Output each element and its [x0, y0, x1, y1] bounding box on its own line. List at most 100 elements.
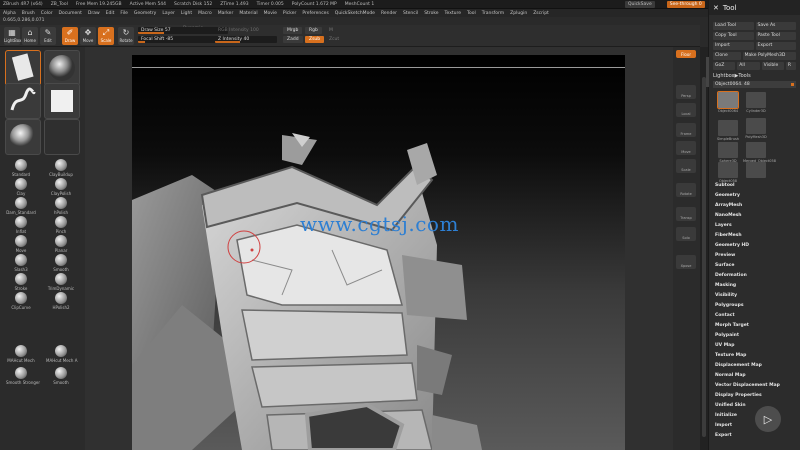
tool-subpalette-item[interactable]: Export [712, 431, 796, 441]
alpha-selector[interactable] [5, 119, 41, 155]
rgb-button[interactable]: Rgb [305, 27, 322, 34]
export-button[interactable]: Export [755, 42, 796, 50]
menu-edit[interactable]: Edit [106, 11, 115, 16]
scroll-thumb[interactable] [702, 77, 706, 437]
tool-subpalette-item[interactable]: Unified Skin [712, 401, 796, 411]
brush-item[interactable]: Slash3 [6, 254, 36, 272]
quicksave-button[interactable]: QuickSave [624, 1, 655, 8]
brush-item[interactable]: Standard [6, 159, 36, 177]
brush-item[interactable]: HPolish2 [46, 292, 76, 310]
tool-subpalette-item[interactable]: Masking [712, 281, 796, 291]
tool-thumbnail[interactable]: PolyMesh3D [743, 118, 769, 139]
menu-zplugin[interactable]: Zplugin [510, 11, 527, 16]
save-as-button[interactable]: Save As [755, 22, 796, 30]
shelf-frame-button[interactable]: Frame [676, 123, 696, 137]
brush-item[interactable]: Pinch [46, 216, 76, 234]
viewport[interactable] [85, 47, 673, 450]
menu-layer[interactable]: Layer [162, 11, 175, 16]
all-button[interactable]: All [737, 62, 760, 70]
tool-thumbnail[interactable]: SimpleBrush [715, 120, 741, 141]
brush-item[interactable]: ClipCurve [6, 292, 36, 310]
shelf-local-button[interactable]: Local [676, 103, 696, 117]
menu-preferences[interactable]: Preferences [302, 11, 328, 16]
shelf-xpose-button[interactable]: Xpose [676, 255, 696, 269]
menu-light[interactable]: Light [181, 11, 192, 16]
floor-button[interactable]: Floor [676, 50, 696, 58]
brush-item[interactable]: Clay [6, 178, 36, 196]
menu-render[interactable]: Render [381, 11, 397, 16]
tool-thumbnail[interactable] [743, 162, 769, 179]
menu-transform[interactable]: Transform [482, 11, 504, 16]
tool-subpalette-item[interactable]: Subtool [712, 181, 796, 191]
lightbox-tools-label[interactable]: Lightbox▶Tools [713, 73, 796, 79]
tool-panel-header[interactable]: ✕ Tool [709, 0, 800, 15]
make-polymesh-button[interactable]: Make PolyMesh3D [742, 52, 796, 60]
menu-file[interactable]: File [120, 11, 128, 16]
menu-texture[interactable]: Texture [445, 11, 461, 16]
shelf-move-button[interactable]: Move [676, 141, 696, 155]
edit-button[interactable]: ✎ Edit [40, 27, 56, 45]
tool-subpalette-item[interactable]: Deformation [712, 271, 796, 281]
tool-subpalette-item[interactable]: Layers [712, 221, 796, 231]
zsub-button[interactable]: Zsub [305, 36, 325, 43]
brush-item[interactable]: Move [6, 235, 36, 253]
tool-panel-scrollbar[interactable] [700, 47, 708, 450]
rgb-intensity-slider[interactable]: RGB Intensity 100 [215, 27, 277, 34]
brush-item[interactable]: Smooth Stronger [6, 367, 40, 385]
empty-slot[interactable] [44, 119, 80, 155]
close-icon[interactable]: ✕ [713, 4, 719, 12]
draw-button[interactable]: ✐ Draw [62, 27, 78, 45]
brush-item[interactable]: Smooth [46, 367, 76, 385]
brush-item[interactable]: ClayPolish [46, 178, 76, 196]
menu-movie[interactable]: Movie [264, 11, 277, 16]
current-tool-slider[interactable]: Object0064. 48 [713, 81, 796, 88]
zcut-button[interactable]: Zcut [325, 36, 343, 43]
tool-subpalette-item[interactable]: Texture Map [712, 351, 796, 361]
brush-item[interactable]: MAHcut Mech A [46, 345, 77, 363]
menu-marker[interactable]: Marker [218, 11, 234, 16]
tool-thumbnail[interactable]: Object0064 [715, 91, 741, 113]
rotate-button[interactable]: ↻ Rotate [118, 27, 134, 45]
clone-button[interactable]: Clone [713, 52, 741, 60]
shelf-transp-button[interactable]: Transp [676, 207, 696, 221]
menu-brush[interactable]: Brush [22, 11, 35, 16]
tool-subpalette-item[interactable]: UV Map [712, 341, 796, 351]
m-button[interactable]: M [325, 27, 337, 34]
menu-zscript[interactable]: Zscript [533, 11, 549, 16]
brush-item[interactable]: Inflat [6, 216, 36, 234]
load-tool-button[interactable]: Load Tool [713, 22, 754, 30]
menu-quicksketchmode[interactable]: QuickSketchMode [335, 11, 375, 16]
lightbox-button[interactable]: ▦ LightBox [4, 27, 21, 45]
brush-selector[interactable] [5, 50, 41, 86]
paste-tool-button[interactable]: Paste Tool [755, 32, 796, 40]
tool-subpalette-item[interactable]: Import [712, 421, 796, 431]
tool-subpalette-item[interactable]: FiberMesh [712, 231, 796, 241]
tool-subpalette-item[interactable]: Initialize [712, 411, 796, 421]
tool-subpalette-item[interactable]: Visibility [712, 291, 796, 301]
tool-subpalette-item[interactable]: NanoMesh [712, 211, 796, 221]
tool-subpalette-item[interactable]: Displacement Map [712, 361, 796, 371]
menu-picker[interactable]: Picker [283, 11, 296, 16]
visible-button[interactable]: Visible [761, 62, 784, 70]
brush-item[interactable]: Planar [46, 235, 76, 253]
tool-subpalette-item[interactable]: Geometry [712, 191, 796, 201]
home-button[interactable]: ⌂ Home [22, 27, 38, 45]
shelf-solo-button[interactable]: Solo [676, 227, 696, 241]
tool-subpalette-item[interactable]: Morph Target [712, 321, 796, 331]
brush-item[interactable]: Stroke [6, 273, 36, 291]
mrgb-button[interactable]: Mrgb [283, 27, 303, 34]
menu-macro[interactable]: Macro [198, 11, 212, 16]
menu-geometry[interactable]: Geometry [134, 11, 156, 16]
tool-thumbnail[interactable]: Sphere3D [715, 142, 741, 163]
material-selector[interactable] [44, 50, 80, 86]
tool-subpalette-item[interactable]: Polypaint [712, 331, 796, 341]
play-button[interactable]: ▷ [755, 406, 781, 432]
copy-tool-button[interactable]: Copy Tool [713, 32, 754, 40]
tool-subpalette-item[interactable]: Geometry HD [712, 241, 796, 251]
menu-document[interactable]: Document [59, 11, 82, 16]
goz-button[interactable]: GoZ [713, 62, 736, 70]
brush-item[interactable]: Dam_Standard [6, 197, 36, 215]
tool-subpalette-item[interactable]: Display Properties [712, 391, 796, 401]
menu-stroke[interactable]: Stroke [424, 11, 438, 16]
tool-subpalette-item[interactable]: Preview [712, 251, 796, 261]
